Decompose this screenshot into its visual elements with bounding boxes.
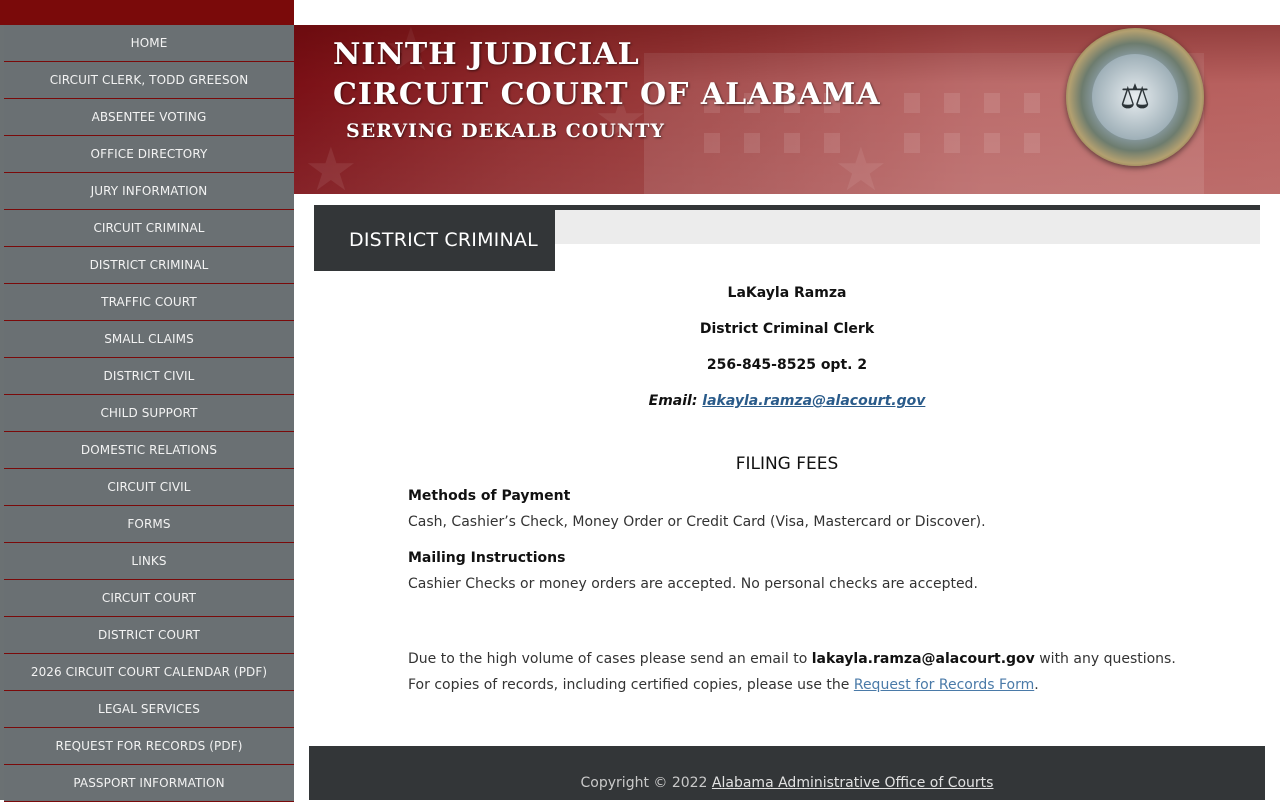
sidebar-item-office-directory[interactable]: OFFICE DIRECTORY	[4, 136, 294, 173]
email-label: Email:	[648, 393, 698, 409]
sidebar-item-absentee-voting[interactable]: ABSENTEE VOTING	[4, 99, 294, 136]
sidebar-item-district-court[interactable]: DISTRICT COURT	[4, 617, 294, 654]
footer-copyright: Copyright © 2022 Alabama Administrative …	[580, 775, 994, 791]
notice-email: lakayla.ramza@alacourt.gov	[811, 651, 1035, 667]
sidebar-item-passport-information[interactable]: PASSPORT INFORMATION	[4, 765, 294, 802]
sidebar-item-court-calendar[interactable]: 2026 CIRCUIT COURT CALENDAR (PDF)	[4, 654, 294, 691]
sidebar-item-district-civil[interactable]: DISTRICT CIVIL	[4, 358, 294, 395]
sidebar-item-request-for-records[interactable]: REQUEST FOR RECORDS (PDF)	[4, 728, 294, 765]
sidebar-nav: HOME CIRCUIT CLERK, TODD GREESON ABSENTE…	[0, 25, 294, 802]
notice-paragraph: Due to the high volume of cases please s…	[408, 651, 1176, 693]
page-title: DISTRICT CRIMINAL	[314, 208, 555, 271]
sidebar-item-traffic-court[interactable]: TRAFFIC COURT	[4, 284, 294, 321]
site-subtitle: SERVING DEKALB COUNTY	[346, 120, 665, 142]
sidebar-item-circuit-clerk[interactable]: CIRCUIT CLERK, TODD GREESON	[4, 62, 294, 99]
methods-of-payment-text: Cash, Cashier’s Check, Money Order or Cr…	[408, 514, 986, 530]
methods-of-payment-heading: Methods of Payment	[408, 488, 571, 504]
sidebar-item-district-criminal[interactable]: DISTRICT CRIMINAL	[4, 247, 294, 284]
sidebar-item-small-claims[interactable]: SMALL CLAIMS	[4, 321, 294, 358]
sidebar: HOME CIRCUIT CLERK, TODD GREESON ABSENTE…	[0, 0, 294, 802]
site-title-line-2: CIRCUIT COURT OF ALABAMA	[333, 77, 881, 112]
sidebar-item-child-support[interactable]: CHILD SUPPORT	[4, 395, 294, 432]
scales-of-justice-icon: ⚖	[1092, 54, 1178, 140]
sidebar-top-bar	[0, 0, 294, 25]
sidebar-item-circuit-court[interactable]: CIRCUIT COURT	[4, 580, 294, 617]
mailing-instructions-heading: Mailing Instructions	[408, 550, 566, 566]
sidebar-item-circuit-criminal[interactable]: CIRCUIT CRIMINAL	[4, 210, 294, 247]
clerk-name: LaKayla Ramza	[727, 285, 847, 301]
footer: Copyright © 2022 Alabama Administrative …	[309, 746, 1265, 800]
aoc-link[interactable]: Alabama Administrative Office of Courts	[712, 775, 994, 791]
sidebar-item-circuit-civil[interactable]: CIRCUIT CIVIL	[4, 469, 294, 506]
sidebar-item-jury-information[interactable]: JURY INFORMATION	[4, 173, 294, 210]
clerk-phone: 256-845-8525 opt. 2	[706, 357, 868, 373]
header-banner: ★ ★ ★ ★ NINTH JUDICIAL CIRCUIT COURT OF …	[294, 25, 1280, 194]
unified-judicial-system-seal: ⚖	[1066, 28, 1204, 166]
mailing-instructions-text: Cashier Checks or money orders are accep…	[408, 576, 978, 592]
sidebar-item-home[interactable]: HOME	[4, 25, 294, 62]
sidebar-item-forms[interactable]: FORMS	[4, 506, 294, 543]
request-for-records-link[interactable]: Request for Records Form	[854, 677, 1034, 693]
sidebar-item-legal-services[interactable]: LEGAL SERVICES	[4, 691, 294, 728]
clerk-role: District Criminal Clerk	[699, 321, 875, 337]
clerk-email-line: Email: lakayla.ramza@alacourt.gov	[314, 393, 1260, 409]
filing-fees-heading: FILING FEES	[735, 454, 839, 474]
sidebar-item-domestic-relations[interactable]: DOMESTIC RELATIONS	[4, 432, 294, 469]
sidebar-item-links[interactable]: LINKS	[4, 543, 294, 580]
clerk-email-link[interactable]: lakayla.ramza@alacourt.gov	[702, 393, 925, 409]
site-title-line-1: NINTH JUDICIAL	[333, 37, 640, 72]
